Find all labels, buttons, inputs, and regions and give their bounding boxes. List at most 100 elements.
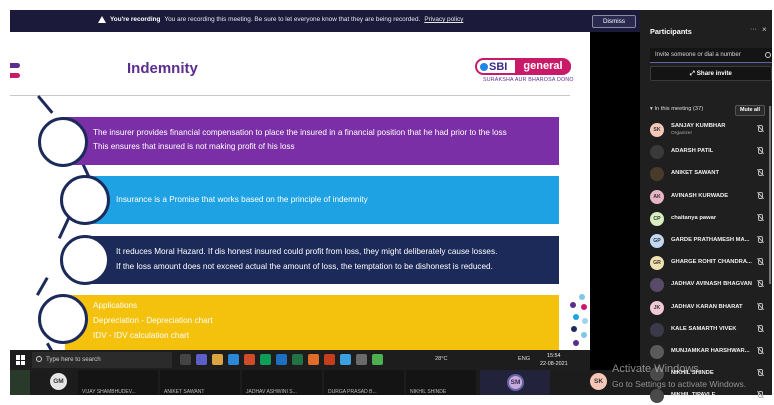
in-meeting-count: In this meeting (37) [654,106,704,112]
participant-name: SANJAY KUMBHAR [671,123,726,129]
task-view-icon[interactable] [180,354,191,365]
video-tile-label: ANIKET SAWANT [164,389,205,395]
warning-icon [98,16,106,23]
taskbar-search-placeholder: Type here to search [46,356,101,363]
participant-row[interactable]: JADHAV AVINASH BHAGVAN [650,274,765,294]
band-circle [38,294,88,344]
participant-row[interactable]: ANIKET SAWANT [650,163,765,183]
dismiss-button[interactable]: Dismiss [592,15,636,28]
participant-row[interactable]: AK AVINASH KURWADE [650,186,765,206]
teams-icon[interactable] [196,354,207,365]
avatar: JK [650,300,664,315]
mic-muted-icon [757,369,763,377]
taskbar-search[interactable]: Type here to search [32,352,172,368]
invite-input[interactable]: Invite someone or dial a number [650,48,772,63]
windows-start-icon[interactable] [16,355,26,365]
participant-row[interactable]: SK SANJAY KUMBHAR Organizer [650,119,765,139]
word-icon[interactable] [276,354,287,365]
band-text: If the loss amount does not exceed actua… [116,262,493,271]
more-options-icon[interactable]: ··· [750,26,757,33]
activate-windows-subtext: Go to Settings to activate Windows. [612,379,747,389]
participant-avatar: SM [507,374,524,391]
divider [10,95,570,96]
participant-row[interactable]: GR GHARGE ROHIT CHANDRA... [650,252,765,272]
powerpoint-icon[interactable] [244,354,255,365]
band-2: Insurance is a Promise that works based … [88,176,559,224]
avatar [650,145,664,160]
participant-name: KALE SAMARTH VIVEK [671,325,737,332]
participant-name: JADHAV AVINASH BHAGVAN [671,281,752,288]
weather-status[interactable]: 28°C [435,356,448,362]
close-icon[interactable]: × [762,25,767,34]
participant-row[interactable]: ADARSH PATIL [650,141,765,161]
avatar [650,278,664,293]
connector-line [46,342,54,350]
avatar: SK [650,123,664,137]
video-tile-label: VIJAY SHAMBHUDEV... [82,389,136,395]
in-meeting-section-header[interactable]: ▾ In this meeting (37) [650,106,703,112]
logo-general-text: general [515,59,571,74]
band-circle [60,175,110,225]
edge-icon[interactable] [228,354,239,365]
avatar: GP [650,234,664,248]
share-invite-button[interactable]: ⤢ Share invite [650,66,772,81]
language-indicator[interactable]: ENG [518,356,530,362]
band-text: IDV - IDV calculation chart [93,331,190,340]
participant-row[interactable]: CP chaitanya pawar [650,208,765,228]
video-tile-label: DURGA PRASAD B... [328,389,377,395]
video-tile-active-speaker[interactable]: SM [480,370,550,395]
search-icon [765,52,771,58]
connector-line [37,95,54,114]
participant-row[interactable]: GP GARDE PRATHAMESH MA... [650,230,765,250]
band-text: Depreciation - Depreciation chart [93,316,213,325]
privacy-policy-link[interactable]: Privacy policy [424,16,463,23]
participant-avatar[interactable]: GM [50,373,67,390]
avatar: CP [650,211,664,226]
mute-all-button[interactable]: Mute all [735,105,765,116]
video-tile-label: NIKHIL SHINDE [410,389,447,395]
app-icon[interactable] [356,354,367,365]
participant-name: AVINASH KURWADE [671,192,729,199]
app-icon[interactable] [340,354,351,365]
logo-sbi-text: SBI [489,61,508,73]
clock-time: 15:54 [547,353,561,359]
participants-scrollbar[interactable] [769,106,771,284]
mic-muted-icon [757,347,763,355]
taskbar-clock[interactable]: 15:54 22-08-2021 [540,352,568,368]
file-explorer-icon[interactable] [212,354,223,365]
teams-meeting-window: You're recording You are recording this … [10,10,772,404]
app-icon[interactable] [308,354,319,365]
video-tile[interactable]: ANIKET SAWANT [160,370,240,395]
mic-muted-icon [757,302,763,311]
sbi-general-logo: SBI general SURAKSHA AUR BHAROSA DONO [475,58,575,88]
screen: You're recording You are recording this … [0,0,774,404]
share-invite-label: Share invite [696,70,732,77]
mic-muted-icon [757,125,763,133]
shared-slide: Indemnity SBI general SURAKSHA AUR BHARO… [10,32,590,350]
slide-margin [590,32,640,350]
app-icon[interactable] [372,354,383,365]
slide-decoration [10,63,20,68]
chrome-icon[interactable] [260,354,271,365]
clock-date: 22-08-2021 [540,361,568,367]
mic-muted-icon [757,213,763,222]
participant-row[interactable]: JK JADHAV KARAN BHARAT [650,297,765,317]
band-text: It reduces Moral Hazard. If dis honest i… [116,247,498,256]
mic-muted-icon [757,258,763,266]
avatar [650,167,664,182]
participant-row[interactable]: MUNJAMKAR HARSHWAR... [650,341,765,361]
panel-title: Participants [650,27,692,36]
participant-avatar[interactable]: SK [590,373,607,390]
video-tile[interactable] [10,370,30,395]
recording-banner: You're recording You are recording this … [10,10,640,32]
video-tile[interactable]: VIJAY SHAMBHUDEV... [78,370,158,395]
video-tile[interactable]: JADHAV ASHWINI S... [242,370,322,395]
video-tile[interactable]: NIKHIL SHINDE [406,370,476,395]
powerpoint-active-icon[interactable] [324,354,335,365]
excel-icon[interactable] [292,354,303,365]
band-text: Insurance is a Promise that works based … [116,195,368,204]
slide-title: Indemnity [127,60,198,77]
video-tile[interactable]: DURGA PRASAD B... [324,370,404,395]
participant-row[interactable]: KALE SAMARTH VIVEK [650,319,765,339]
slide-dots-decoration [567,294,590,350]
